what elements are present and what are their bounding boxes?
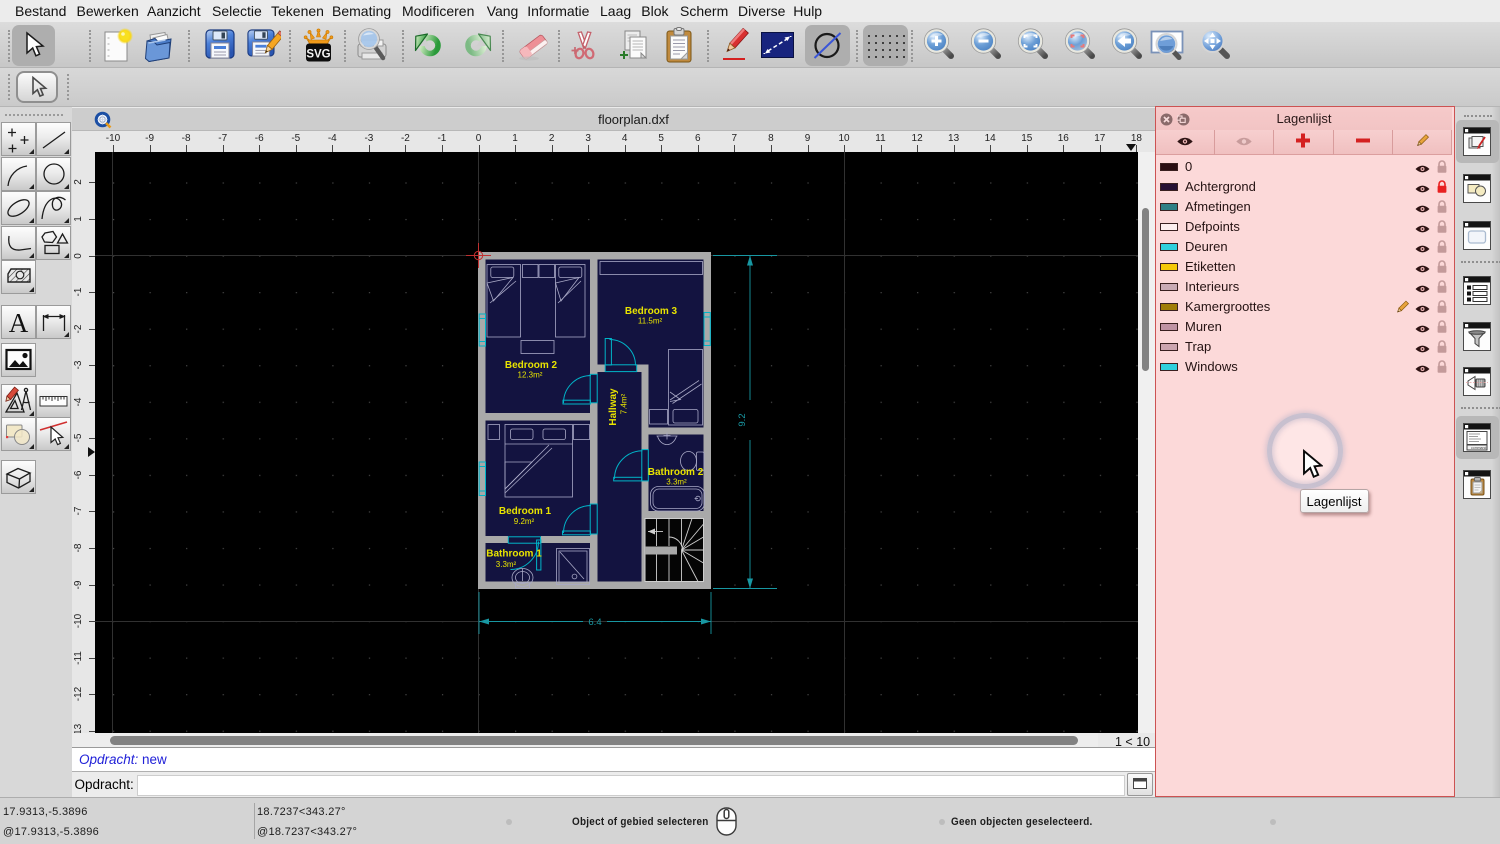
svg-text:9.2m²: 9.2m² bbox=[514, 517, 535, 526]
svg-text:Bathroom 1: Bathroom 1 bbox=[486, 549, 542, 560]
svg-text:3.3m²: 3.3m² bbox=[666, 478, 687, 487]
svg-text:Hallway: Hallway bbox=[608, 388, 619, 426]
svg-text:3.3m²: 3.3m² bbox=[496, 560, 517, 569]
svg-text:7.4m²: 7.4m² bbox=[620, 393, 629, 414]
svg-text:SVG: SVG bbox=[306, 49, 330, 61]
svg-text:Bathroom 2: Bathroom 2 bbox=[648, 467, 704, 478]
svg-text:6.4: 6.4 bbox=[588, 617, 601, 628]
svg-text:Bedroom 3: Bedroom 3 bbox=[625, 306, 678, 317]
svg-text:12.3m²: 12.3m² bbox=[518, 371, 543, 380]
svg-text:A: A bbox=[9, 308, 29, 338]
svg-text:Bedroom 1: Bedroom 1 bbox=[499, 506, 552, 517]
svg-text:11.5m²: 11.5m² bbox=[638, 317, 663, 326]
svg-text:command: command bbox=[1471, 446, 1486, 450]
svg-text:Bedroom 2: Bedroom 2 bbox=[505, 360, 558, 371]
svg-text:9.2: 9.2 bbox=[737, 413, 748, 426]
